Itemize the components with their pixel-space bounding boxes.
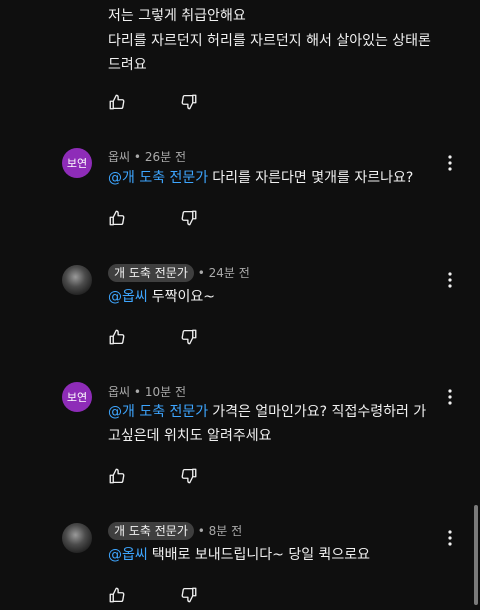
separator: • [197,266,205,280]
mention-link[interactable]: @개 도축 전문가 [108,404,208,420]
scrollbar[interactable] [474,505,478,605]
author-name[interactable]: 개 도축 전문가 [108,522,194,540]
thumbs-down-icon[interactable] [180,93,198,111]
thumbs-down-icon[interactable] [180,328,198,346]
comment-text-line: 저는 그렇게 취급안해요 [108,8,246,24]
comment-text-line: 다리를 자르던지 허리를 자르던지 해서 살아있는 상태론 [108,33,431,49]
thumbs-up-icon[interactable] [108,328,126,346]
thumbs-up-icon[interactable] [108,467,126,485]
author-name[interactable]: 개 도축 전문가 [108,264,194,282]
mention-link[interactable]: @옵씨 [108,289,148,305]
avatar[interactable] [62,265,92,295]
comment-meta: 옵씨 • 10분 전 [108,383,186,400]
thumbs-up-icon[interactable] [108,586,126,604]
separator: • [133,385,141,399]
separator: • [197,524,205,538]
timestamp: 26분 전 [144,150,186,164]
timestamp: 8분 전 [208,524,243,538]
more-vert-icon[interactable] [440,270,460,290]
comment-text-line: @개 도축 전문가 가격은 얼마인가요? 직접수령하러 가 [108,404,427,420]
more-vert-icon[interactable] [440,528,460,548]
thumbs-down-icon[interactable] [180,209,198,227]
comment-text-line: 고싶은데 위치도 알려주세요 [108,428,272,444]
comment-meta: 개 도축 전문가 • 8분 전 [108,522,242,540]
comment-text-line: @옵씨 택배로 보내드립니다~ 당일 퀵으로요 [108,547,371,563]
comment-meta: 옵씨 • 26분 전 [108,148,186,165]
avatar[interactable]: 보연 [62,382,92,412]
timestamp: 10분 전 [144,385,186,399]
mention-link[interactable]: @옵씨 [108,547,148,563]
more-vert-icon[interactable] [440,153,460,173]
mention-link[interactable]: @개 도축 전문가 [108,170,208,186]
thumbs-up-icon[interactable] [108,93,126,111]
timestamp: 24분 전 [208,266,250,280]
author-name[interactable]: 옵씨 [108,385,130,399]
separator: • [133,150,141,164]
more-vert-icon[interactable] [440,387,460,407]
thumbs-up-icon[interactable] [108,209,126,227]
avatar[interactable]: 보연 [62,148,92,178]
comment-text-line: @옵씨 두짝이요~ [108,289,216,305]
thumbs-down-icon[interactable] [180,586,198,604]
comment-meta: 개 도축 전문가 • 24분 전 [108,264,250,282]
comment-text-line: 드려요 [108,57,147,73]
thumbs-down-icon[interactable] [180,467,198,485]
author-name[interactable]: 옵씨 [108,150,130,164]
avatar[interactable] [62,523,92,553]
comment-text-line: @개 도축 전문가 다리를 자른다면 몇개를 자르나요? [108,170,414,186]
